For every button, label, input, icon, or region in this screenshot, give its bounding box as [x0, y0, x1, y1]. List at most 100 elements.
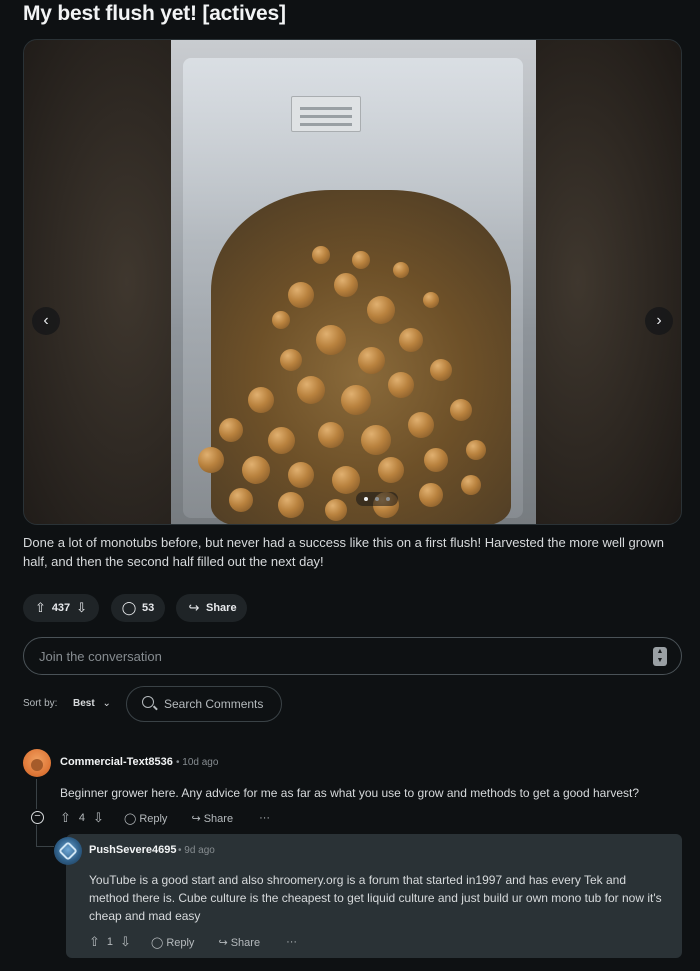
mushroom-cap [288, 462, 314, 488]
upvote-icon[interactable]: ⇧ [60, 810, 71, 826]
image-blur-left [24, 40, 171, 524]
mushroom-cap [450, 399, 472, 421]
post-image[interactable] [171, 40, 536, 524]
share-label: Share [206, 602, 237, 614]
mushroom-cap [248, 387, 274, 413]
comments-button[interactable]: ◯ 53 [111, 594, 165, 622]
comment-input-box[interactable]: ▲▼ [23, 637, 682, 675]
mushroom-cap [388, 372, 414, 398]
sort-value: Best [73, 698, 95, 709]
mushroom-cap [399, 328, 423, 352]
mushroom-cap [198, 447, 224, 473]
vote-count: 1 [106, 936, 114, 948]
pagination-dot[interactable] [375, 497, 379, 501]
upvote-icon[interactable]: ⇧ [89, 934, 100, 950]
mushroom-cap [312, 246, 330, 264]
downvote-icon[interactable]: ⇩ [93, 810, 104, 826]
pagination-dot[interactable] [386, 497, 390, 501]
vote-count: 4 [78, 812, 86, 824]
mushroom-cap [325, 499, 347, 521]
chevron-down-icon: ⌄ [102, 698, 111, 709]
collapse-icon[interactable]: − [31, 811, 44, 824]
gallery-next-button[interactable]: › [645, 307, 673, 335]
downvote-icon[interactable]: ⇩ [74, 600, 89, 616]
share-label: Share [230, 936, 261, 949]
mushroom-cap [393, 262, 409, 278]
mushroom-cap [318, 422, 344, 448]
share-button[interactable]: ↪ Share [191, 812, 233, 825]
comment-author[interactable]: Commercial-Text8536 [60, 756, 173, 768]
vote-group: ⇧ 437 ⇩ [23, 594, 99, 622]
mushroom-cap [424, 448, 448, 472]
comment-time: • 10d ago [176, 757, 219, 768]
mushroom-cap [267, 426, 295, 454]
avatar[interactable] [23, 749, 51, 777]
comment-text: YouTube is a good start and also shroome… [89, 873, 662, 923]
share-icon: ↪ [188, 600, 200, 615]
mushroom-cap [361, 425, 391, 455]
mushroom-cap [461, 475, 481, 495]
comment-actions: ⇧ 4 ⇩ ◯ Reply ↪ Share ··· [60, 810, 270, 826]
gallery-prev-button[interactable]: ‹ [32, 307, 60, 335]
mushroom-cap [408, 412, 434, 438]
sort-dropdown[interactable]: Best ⌄ [73, 698, 111, 709]
thread-connector [36, 846, 54, 847]
mushroom-cap [423, 292, 439, 308]
search-icon [142, 696, 154, 708]
vote-count: 437 [51, 602, 71, 614]
comment-icon: ◯ [123, 812, 137, 825]
comment-text: Beginner grower here. Any advice for me … [60, 786, 639, 800]
mushroom-cap [332, 466, 360, 494]
more-options-icon[interactable]: ··· [286, 936, 297, 948]
share-icon: ↪ [218, 936, 228, 949]
comment-actions: ⇧ 1 ⇩ ◯ Reply ↪ Share ··· [89, 934, 297, 950]
upvote-icon[interactable]: ⇧ [33, 600, 48, 616]
gallery-pagination [356, 492, 398, 506]
post-body: Done a lot of monotubs before, but never… [23, 535, 664, 569]
mushroom-cap [352, 251, 370, 269]
comment-icon: ◯ [150, 936, 164, 949]
mushroom-cap [419, 483, 443, 507]
thread-line [36, 779, 37, 809]
post-title: My best flush yet! [actives] [23, 2, 286, 25]
input-stepper-icon[interactable]: ▲ ▼ [653, 647, 667, 666]
mushroom-cap [280, 349, 302, 371]
mushroom-cap [378, 457, 404, 483]
reply-label: Reply [139, 812, 168, 825]
reply-label: Reply [166, 936, 195, 949]
image-blur-right [534, 40, 681, 524]
search-comments[interactable]: Search Comments [126, 686, 282, 722]
reply-button[interactable]: ◯ Reply [124, 812, 168, 825]
mushroom-cap [272, 311, 290, 329]
chevron-left-icon: ‹ [43, 312, 49, 329]
avatar[interactable] [54, 837, 82, 865]
mushroom-cap [219, 418, 243, 442]
pagination-dot[interactable] [364, 497, 368, 501]
downvote-icon[interactable]: ⇩ [120, 934, 131, 950]
media-gallery[interactable]: ‹ › [23, 39, 682, 525]
comment-input[interactable] [39, 638, 629, 674]
tub-label [291, 96, 361, 132]
mushroom-cap [466, 440, 486, 460]
mushroom-cap [367, 296, 395, 324]
mushroom-cap [334, 273, 358, 297]
mushroom-cap [288, 282, 314, 308]
share-label: Share [203, 812, 234, 825]
mushroom-cap [229, 488, 253, 512]
share-icon: ↪ [191, 812, 201, 825]
mushroom-cap [278, 492, 304, 518]
mushroom-cap [242, 456, 270, 484]
mushroom-cap [341, 385, 371, 415]
reply-button[interactable]: ◯ Reply [151, 936, 195, 949]
share-button[interactable]: ↪ Share [176, 594, 247, 622]
comment-icon: ◯ [121, 600, 137, 615]
comment-time: • 9d ago [178, 845, 215, 856]
thread-line [36, 825, 37, 847]
comment-author[interactable]: PushSevere4695 [89, 844, 176, 856]
more-options-icon[interactable]: ··· [259, 812, 270, 824]
comment-count: 53 [142, 602, 155, 614]
sort-label: Sort by: [23, 698, 58, 709]
mushroom-cap [316, 325, 346, 355]
mushroom-cap [357, 346, 385, 374]
share-button[interactable]: ↪ Share [218, 936, 260, 949]
